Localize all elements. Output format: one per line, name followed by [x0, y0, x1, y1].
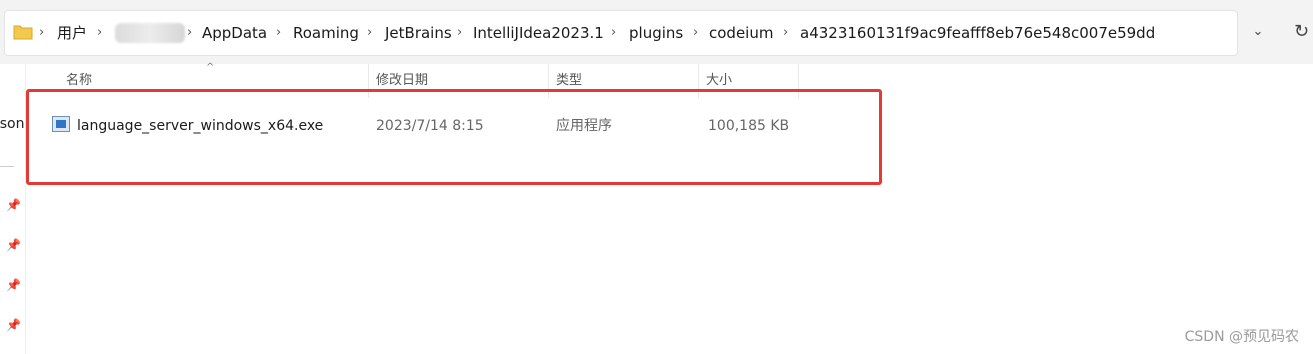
- breadcrumb-appdata[interactable]: AppData: [202, 11, 267, 55]
- breadcrumb-separator-3: ›: [276, 25, 282, 40]
- history-dropdown-button[interactable]: ⌄: [1244, 10, 1272, 54]
- highlight-annotation-box: [26, 89, 882, 185]
- breadcrumb-roaming[interactable]: Roaming: [293, 11, 359, 55]
- pin-icon[interactable]: 📌: [6, 198, 21, 212]
- pin-icon[interactable]: 📌: [6, 318, 21, 332]
- pin-icon[interactable]: 📌: [6, 278, 21, 292]
- sort-ascending-icon: ^: [206, 62, 215, 73]
- watermark: CSDN @预见码农: [1184, 329, 1299, 345]
- breadcrumb-hash-folder[interactable]: a4323160131f9ac9feafff8eb76e548c007e59dd: [800, 11, 1155, 55]
- breadcrumb-separator-7: ›: [693, 25, 699, 40]
- breadcrumb-codeium[interactable]: codeium: [709, 11, 773, 55]
- address-bar[interactable]: › 用户 › › AppData › Roaming › JetBrains ›…: [4, 10, 1238, 56]
- folder-icon: [13, 25, 33, 40]
- breadcrumb-plugins[interactable]: plugins: [629, 11, 683, 55]
- breadcrumb-separator-1: ›: [97, 25, 103, 40]
- breadcrumb-separator-2: ›: [187, 25, 193, 40]
- nav-item-partial[interactable]: rson: [0, 116, 25, 132]
- pin-icon[interactable]: 📌: [6, 238, 21, 252]
- breadcrumb-separator-4: ›: [367, 25, 373, 40]
- refresh-button[interactable]: ↻: [1290, 10, 1313, 54]
- breadcrumb-separator-0: ›: [39, 25, 45, 40]
- address-bar-area: › 用户 › › AppData › Roaming › JetBrains ›…: [0, 0, 1313, 64]
- breadcrumb-users[interactable]: 用户: [57, 11, 87, 55]
- nav-separator: [0, 166, 14, 167]
- breadcrumb-separator-6: ›: [611, 25, 617, 40]
- breadcrumb-jetbrains[interactable]: JetBrains: [385, 11, 452, 55]
- redacted-username[interactable]: [115, 23, 185, 43]
- breadcrumb-separator-5: ›: [457, 25, 463, 40]
- breadcrumb-separator-8: ›: [783, 25, 789, 40]
- breadcrumb-intellij[interactable]: IntelliJIdea2023.1: [473, 11, 604, 55]
